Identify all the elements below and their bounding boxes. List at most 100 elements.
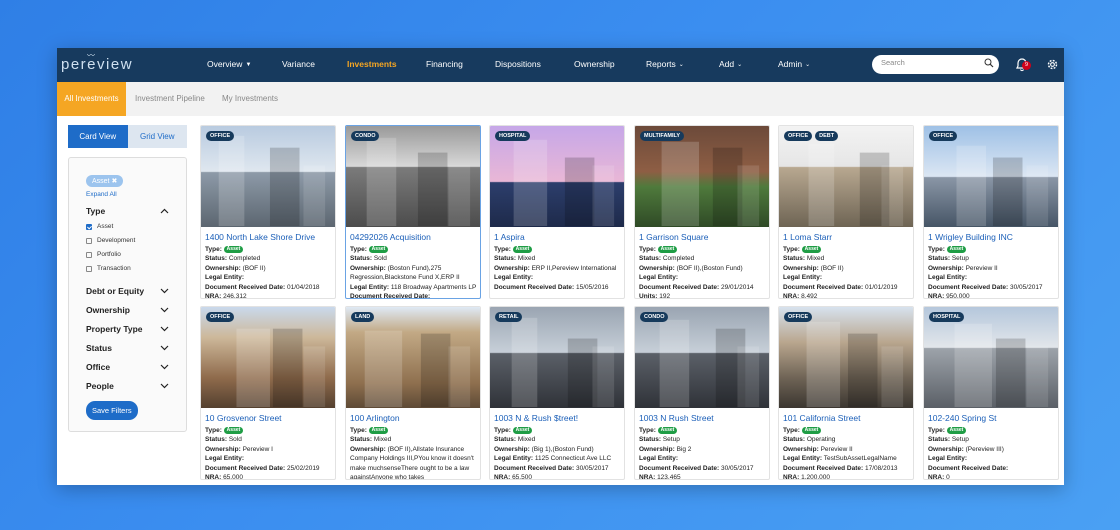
- chevron-down-icon[interactable]: [160, 288, 169, 294]
- filter-status[interactable]: Status: [86, 343, 169, 353]
- type-option-development[interactable]: Development: [86, 237, 169, 244]
- chevron-down-icon[interactable]: [160, 326, 169, 332]
- chevron-up-icon[interactable]: [160, 208, 169, 214]
- property-photo[interactable]: RETAIL: [490, 307, 624, 408]
- investment-card[interactable]: OFFICE 1 Wrigley Building INC Type: Asse…: [923, 125, 1059, 299]
- card-type: Type: Asset: [924, 245, 1058, 254]
- card-tags: OFFICE: [784, 312, 813, 322]
- card-document-date: Document Received Date: 01/04/2018: [205, 283, 320, 291]
- card-title[interactable]: 1400 North Lake Shore Drive: [201, 227, 335, 245]
- close-icon[interactable]: ✖: [111, 178, 117, 185]
- tab-my-investments[interactable]: My Investments: [216, 82, 284, 116]
- filter-people[interactable]: People: [86, 381, 169, 391]
- investment-card[interactable]: CONDO 04292026 Acquisition Type: Asset S…: [345, 125, 481, 299]
- card-title[interactable]: 1003 N & Rush $treet!: [490, 408, 624, 426]
- chevron-down-icon[interactable]: [160, 383, 169, 389]
- property-type-tag: DEBT: [815, 131, 839, 141]
- card-type: Type: Asset: [924, 426, 1058, 435]
- property-photo[interactable]: HOSPITAL: [924, 307, 1058, 408]
- nav-admin[interactable]: Admin ⌄: [778, 59, 810, 69]
- investment-card[interactable]: OFFICE 1400 North Lake Shore Drive Type:…: [200, 125, 336, 299]
- card-extra-metric: NRA: 65,000: [205, 474, 243, 480]
- search-input[interactable]: Search: [872, 55, 999, 74]
- filter-office[interactable]: Office: [86, 362, 169, 372]
- checkbox[interactable]: [86, 265, 92, 272]
- gear-icon[interactable]: [1046, 58, 1059, 71]
- grid-view-button[interactable]: Grid View: [127, 125, 187, 148]
- investment-card[interactable]: HOSPITAL 102-240 Spring St Type: Asset S…: [923, 306, 1059, 480]
- card-tags: OFFICE: [929, 131, 958, 141]
- sub-navigation: All Investments Investment Pipeline My I…: [57, 82, 1064, 116]
- property-photo[interactable]: OFFICE: [201, 307, 335, 408]
- property-photo[interactable]: OFFICE: [924, 126, 1058, 227]
- investment-card[interactable]: CONDO 1003 N Rush Street Type: Asset Sta…: [634, 306, 770, 480]
- filter-ownership[interactable]: Ownership: [86, 305, 169, 315]
- card-title[interactable]: 1 Garrison Square: [635, 227, 769, 245]
- property-photo[interactable]: CONDO: [346, 126, 480, 227]
- nav-financing[interactable]: Financing: [426, 59, 463, 69]
- card-title[interactable]: 1 Loma Starr: [779, 227, 913, 245]
- card-document-date: Document Received Date: 15/05/2016: [494, 283, 609, 291]
- card-title[interactable]: 10 Grosvenor Street: [201, 408, 335, 426]
- investment-card[interactable]: MULTIFAMILY 1 Garrison Square Type: Asse…: [634, 125, 770, 299]
- investment-card[interactable]: LAND 100 Arlington Type: Asset Status: M…: [345, 306, 481, 480]
- nav-reports[interactable]: Reports ⌄: [646, 59, 684, 69]
- card-title[interactable]: 1003 N Rush Street: [635, 408, 769, 426]
- active-filter-chip[interactable]: Asset ✖: [86, 175, 124, 187]
- filter-property-type[interactable]: Property Type: [86, 324, 169, 334]
- investment-card[interactable]: OFFICE 10 Grosvenor Street Type: Asset S…: [200, 306, 336, 480]
- card-legal-entity: Legal Entity:: [928, 274, 968, 282]
- filter-type-header[interactable]: Type: [86, 206, 169, 216]
- property-photo[interactable]: OFFICE: [779, 307, 913, 408]
- card-extra-metric: NRA: 8,492: [783, 293, 818, 299]
- chevron-down-icon[interactable]: [160, 364, 169, 370]
- expand-all-link[interactable]: Expand All: [86, 191, 169, 198]
- logo[interactable]: pereview: [61, 56, 133, 73]
- card-title[interactable]: 04292026 Acquisition: [346, 227, 480, 245]
- card-tags: OFFICE DEBT: [784, 131, 839, 141]
- checkbox[interactable]: [86, 237, 92, 244]
- investment-card[interactable]: HOSPITAL 1 Aspira Type: Asset Status: Mi…: [489, 125, 625, 299]
- property-photo[interactable]: LAND: [346, 307, 480, 408]
- filter-debt-equity[interactable]: Debt or Equity: [86, 286, 169, 296]
- nav-investments[interactable]: Investments: [347, 59, 397, 69]
- property-photo[interactable]: OFFICE: [201, 126, 335, 227]
- card-type: Type: Asset: [346, 426, 480, 435]
- card-title[interactable]: 102-240 Spring St: [924, 408, 1058, 426]
- card-title[interactable]: 100 Arlington: [346, 408, 480, 426]
- nav-add[interactable]: Add ⌄: [719, 59, 742, 69]
- save-filters-button[interactable]: Save Filters: [86, 401, 138, 420]
- investment-card[interactable]: OFFICE 101 California Street Type: Asset…: [778, 306, 914, 480]
- type-option-asset[interactable]: Asset: [86, 223, 169, 230]
- nav-ownership[interactable]: Ownership: [574, 59, 615, 69]
- property-photo[interactable]: CONDO: [635, 307, 769, 408]
- chevron-down-icon: ⌄: [737, 62, 743, 68]
- chevron-down-icon: ⌄: [678, 62, 684, 68]
- checkbox[interactable]: [86, 223, 92, 230]
- investment-card[interactable]: OFFICE DEBT 1 Loma Starr Type: Asset Stat…: [778, 125, 914, 299]
- chevron-down-icon[interactable]: [160, 307, 169, 313]
- type-option-transaction[interactable]: Transaction: [86, 265, 169, 272]
- search-icon[interactable]: [984, 58, 994, 68]
- nav-overview[interactable]: Overview ▼: [207, 59, 251, 69]
- property-photo[interactable]: OFFICE DEBT: [779, 126, 913, 227]
- card-title[interactable]: 1 Wrigley Building INC: [924, 227, 1058, 245]
- chevron-down-icon: ⌄: [805, 62, 811, 68]
- card-ownership: Ownership: (BOF II),(Boston Fund): [639, 264, 743, 272]
- card-title[interactable]: 1 Aspira: [490, 227, 624, 245]
- investment-card[interactable]: RETAIL 1003 N & Rush $treet! Type: Asset…: [489, 306, 625, 480]
- tab-investment-pipeline[interactable]: Investment Pipeline: [129, 82, 211, 116]
- type-option-portfolio[interactable]: Portfolio: [86, 251, 169, 258]
- property-photo[interactable]: HOSPITAL: [490, 126, 624, 227]
- card-title[interactable]: 101 California Street: [779, 408, 913, 426]
- nav-dispositions[interactable]: Dispositions: [495, 59, 541, 69]
- card-extra-metric: NRA: 0: [928, 474, 950, 480]
- nav-variance[interactable]: Variance: [282, 59, 315, 69]
- tab-all-investments[interactable]: All Investments: [57, 82, 126, 116]
- checkbox[interactable]: [86, 251, 92, 258]
- card-legal-entity: Legal Entity: TestSubAssetLegalName: [783, 455, 897, 463]
- chevron-down-icon[interactable]: [160, 345, 169, 351]
- card-status: Status: Setup: [928, 436, 969, 444]
- property-photo[interactable]: MULTIFAMILY: [635, 126, 769, 227]
- card-view-button[interactable]: Card View: [68, 125, 128, 148]
